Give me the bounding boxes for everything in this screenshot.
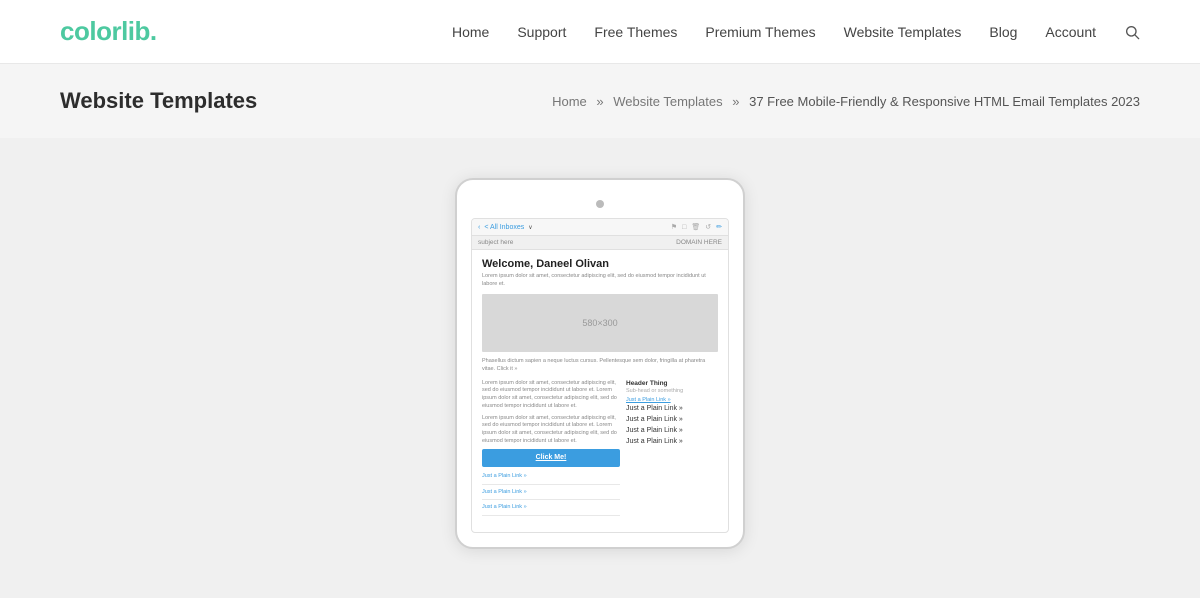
- right-link1[interactable]: Just a Plain Link »: [626, 397, 718, 403]
- right-header: Header Thing: [626, 380, 718, 387]
- email-col-right: Header Thing Sub-head or something Just …: [626, 380, 718, 520]
- breadcrumb-bar: Website Templates Home » Website Templat…: [0, 64, 1200, 138]
- right-link5: Just a Plain Link »: [626, 438, 718, 445]
- nav-premium-themes[interactable]: Premium Themes: [705, 24, 815, 40]
- flag-icon: ⚑: [671, 223, 677, 231]
- header: colorlib. Home Support Free Themes Premi…: [0, 0, 1200, 64]
- email-toolbar: ‹ < All Inboxes ∨ ⚑ □ 🗑 ↺ ✏: [472, 219, 728, 236]
- trash-icon: 🗑: [691, 223, 700, 231]
- tablet-mockup: ‹ < All Inboxes ∨ ⚑ □ 🗑 ↺ ✏ subject here…: [455, 178, 745, 549]
- main-nav: Home Support Free Themes Premium Themes …: [452, 24, 1140, 40]
- email-subject: subject here: [478, 239, 513, 246]
- left-para1: Lorem ipsum dolor sit amet, consectetur …: [482, 380, 620, 411]
- refresh-icon: ↺: [705, 223, 711, 231]
- search-button[interactable]: [1124, 24, 1140, 40]
- tablet-top-bar: [471, 200, 729, 208]
- nav-blog[interactable]: Blog: [989, 24, 1017, 40]
- right-links: Just a Plain Link » Just a Plain Link » …: [626, 405, 718, 445]
- email-two-col: Lorem ipsum dolor sit amet, consectetur …: [482, 380, 718, 520]
- email-col-left: Lorem ipsum dolor sit amet, consectetur …: [482, 380, 620, 520]
- email-client: ‹ < All Inboxes ∨ ⚑ □ 🗑 ↺ ✏ subject here…: [471, 218, 729, 533]
- back-arrow-icon: ‹: [478, 224, 480, 231]
- nav-website-templates[interactable]: Website Templates: [844, 24, 962, 40]
- logo-text: colorlib: [60, 16, 150, 46]
- right-link3: Just a Plain Link »: [626, 416, 718, 423]
- email-image-placeholder: 580×300: [482, 294, 718, 352]
- nav-home[interactable]: Home: [452, 24, 489, 40]
- logo[interactable]: colorlib.: [60, 16, 157, 47]
- cta-button[interactable]: Click Me!: [482, 449, 620, 467]
- breadcrumb-sep1: »: [596, 94, 603, 109]
- breadcrumb-sep2: »: [732, 94, 739, 109]
- image-placeholder-label: 580×300: [582, 318, 617, 328]
- logo-dot: .: [150, 16, 157, 46]
- email-intro: Lorem ipsum dolor sit amet, consectetur …: [482, 273, 718, 288]
- email-domain: DOMAIN HERE: [676, 239, 722, 246]
- email-subject-bar: subject here DOMAIN HERE: [472, 236, 728, 250]
- email-greeting: Welcome, Daneel Olivan: [482, 258, 718, 270]
- left-para2: Lorem ipsum dolor sit amet, consectetur …: [482, 415, 620, 446]
- compose-icon: ✏: [716, 223, 722, 231]
- main-content: ‹ < All Inboxes ∨ ⚑ □ 🗑 ↺ ✏ subject here…: [0, 138, 1200, 598]
- nav-support[interactable]: Support: [517, 24, 566, 40]
- chevron-icon: ∨: [528, 224, 532, 231]
- nav-free-themes[interactable]: Free Themes: [594, 24, 677, 40]
- email-toolbar-right: ⚑ □ 🗑 ↺ ✏: [671, 223, 722, 231]
- email-para1: Phasellus dictum sapien a neque luctus c…: [482, 358, 718, 373]
- left-link-list: Just a Plain Link » Just a Plain Link » …: [482, 473, 620, 516]
- breadcrumb-current: 37 Free Mobile-Friendly & Responsive HTM…: [749, 94, 1140, 109]
- right-link4: Just a Plain Link »: [626, 427, 718, 434]
- left-link3: Just a Plain Link »: [482, 504, 620, 516]
- tablet-camera: [596, 200, 604, 208]
- right-subhead: Sub-head or something: [626, 388, 718, 394]
- page-title: Website Templates: [60, 88, 257, 114]
- breadcrumb: Home » Website Templates » 37 Free Mobil…: [552, 94, 1140, 109]
- right-link2: Just a Plain Link »: [626, 405, 718, 412]
- folder-icon: □: [682, 224, 686, 231]
- nav-account[interactable]: Account: [1045, 24, 1096, 40]
- email-body: Welcome, Daneel Olivan Lorem ipsum dolor…: [472, 250, 728, 532]
- breadcrumb-home[interactable]: Home: [552, 94, 587, 109]
- email-toolbar-left: ‹ < All Inboxes ∨: [478, 224, 533, 231]
- all-inboxes-label: < All Inboxes: [484, 224, 524, 231]
- left-link1: Just a Plain Link »: [482, 473, 620, 485]
- breadcrumb-website-templates[interactable]: Website Templates: [613, 94, 722, 109]
- left-link2: Just a Plain Link »: [482, 489, 620, 501]
